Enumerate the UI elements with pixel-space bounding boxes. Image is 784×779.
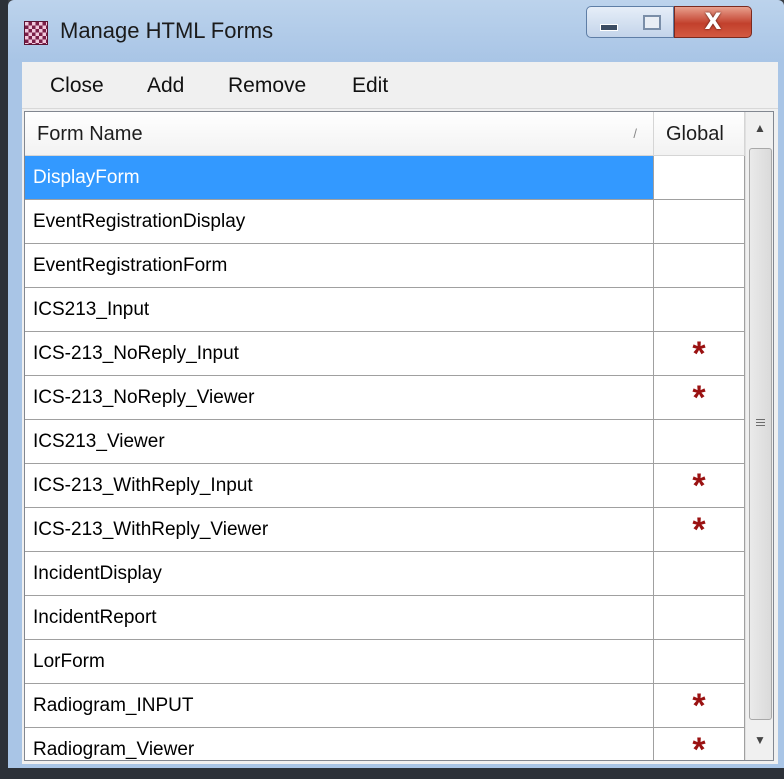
desktop-backdrop: [0, 0, 8, 779]
menu-bar: Close Add Remove Edit: [22, 62, 778, 109]
title-bar[interactable]: Manage HTML Forms X: [8, 0, 784, 62]
table-row[interactable]: ICS213_Input: [25, 288, 745, 332]
forms-grid: Form Name / Global DisplayForm EventRegis…: [24, 111, 774, 761]
table-row[interactable]: ICS-213_WithReply_Input *: [25, 464, 745, 508]
column-header-label: Global: [666, 123, 724, 145]
minimize-button[interactable]: [586, 6, 632, 38]
form-name-cell[interactable]: ICS213_Viewer: [25, 420, 654, 464]
global-cell[interactable]: [654, 596, 745, 640]
global-cell[interactable]: [654, 156, 745, 200]
column-header-form-name[interactable]: Form Name /: [25, 112, 654, 156]
global-cell[interactable]: *: [654, 464, 745, 508]
global-cell[interactable]: *: [654, 332, 745, 376]
menu-edit[interactable]: Edit: [348, 72, 392, 100]
global-cell[interactable]: [654, 288, 745, 332]
global-cell[interactable]: *: [654, 728, 745, 760]
table-row[interactable]: IncidentReport: [25, 596, 745, 640]
form-name-cell[interactable]: ICS-213_WithReply_Input: [25, 464, 654, 508]
global-cell[interactable]: [654, 640, 745, 684]
maximize-icon: [643, 14, 661, 30]
desktop-backdrop-bottom: [0, 768, 784, 779]
window-title: Manage HTML Forms: [60, 18, 274, 43]
close-window-button[interactable]: X: [674, 6, 752, 38]
table-row[interactable]: EventRegistrationForm: [25, 244, 745, 288]
table-row[interactable]: DisplayForm: [25, 156, 745, 200]
arrow-up-icon: ▲: [754, 121, 766, 135]
sort-indicator-icon: /: [633, 126, 637, 141]
form-name-cell[interactable]: ICS-213_NoReply_Input: [25, 332, 654, 376]
table-row[interactable]: Radiogram_INPUT *: [25, 684, 745, 728]
form-name-cell[interactable]: LorForm: [25, 640, 654, 684]
minimize-icon: [600, 23, 618, 31]
global-cell[interactable]: [654, 420, 745, 464]
maximize-button[interactable]: [631, 6, 674, 38]
scroll-down-button[interactable]: ▼: [746, 724, 773, 756]
menu-close[interactable]: Close: [46, 72, 108, 100]
global-cell[interactable]: *: [654, 376, 745, 420]
scroll-thumb[interactable]: [749, 148, 772, 720]
table-row[interactable]: Radiogram_Viewer *: [25, 728, 745, 760]
form-name-cell[interactable]: Radiogram_Viewer: [25, 728, 654, 760]
form-name-cell[interactable]: Radiogram_INPUT: [25, 684, 654, 728]
form-name-cell[interactable]: ICS-213_NoReply_Viewer: [25, 376, 654, 420]
form-name-cell[interactable]: EventRegistrationDisplay: [25, 200, 654, 244]
global-cell[interactable]: *: [654, 684, 745, 728]
vertical-scrollbar[interactable]: ▲ ▼: [745, 112, 773, 760]
table-row[interactable]: LorForm: [25, 640, 745, 684]
table-row[interactable]: IncidentDisplay: [25, 552, 745, 596]
table-row[interactable]: EventRegistrationDisplay: [25, 200, 745, 244]
form-name-cell[interactable]: IncidentReport: [25, 596, 654, 640]
arrow-down-icon: ▼: [754, 733, 766, 747]
table-row[interactable]: ICS-213_NoReply_Input *: [25, 332, 745, 376]
menu-remove[interactable]: Remove: [224, 72, 310, 100]
column-header-global[interactable]: Global: [654, 112, 745, 156]
scroll-up-button[interactable]: ▲: [746, 112, 773, 144]
form-name-cell[interactable]: DisplayForm: [25, 156, 654, 200]
table-row[interactable]: ICS213_Viewer: [25, 420, 745, 464]
table-row[interactable]: ICS-213_NoReply_Viewer *: [25, 376, 745, 420]
form-name-cell[interactable]: EventRegistrationForm: [25, 244, 654, 288]
manage-html-forms-window: Manage HTML Forms X Close Add Remove Edi…: [8, 0, 784, 768]
grip-icon: [756, 419, 765, 428]
global-cell[interactable]: [654, 200, 745, 244]
table-row[interactable]: ICS-213_WithReply_Viewer *: [25, 508, 745, 552]
global-cell[interactable]: [654, 244, 745, 288]
form-name-cell[interactable]: ICS213_Input: [25, 288, 654, 332]
menu-add[interactable]: Add: [143, 72, 188, 100]
column-header-label: Form Name: [37, 123, 143, 145]
window-client-area: Close Add Remove Edit Form Name / Global…: [22, 62, 778, 764]
close-icon: X: [704, 9, 722, 35]
form-name-cell[interactable]: ICS-213_WithReply_Viewer: [25, 508, 654, 552]
global-cell[interactable]: [654, 552, 745, 596]
global-cell[interactable]: *: [654, 508, 745, 552]
form-name-cell[interactable]: IncidentDisplay: [25, 552, 654, 596]
app-icon: [24, 21, 48, 45]
